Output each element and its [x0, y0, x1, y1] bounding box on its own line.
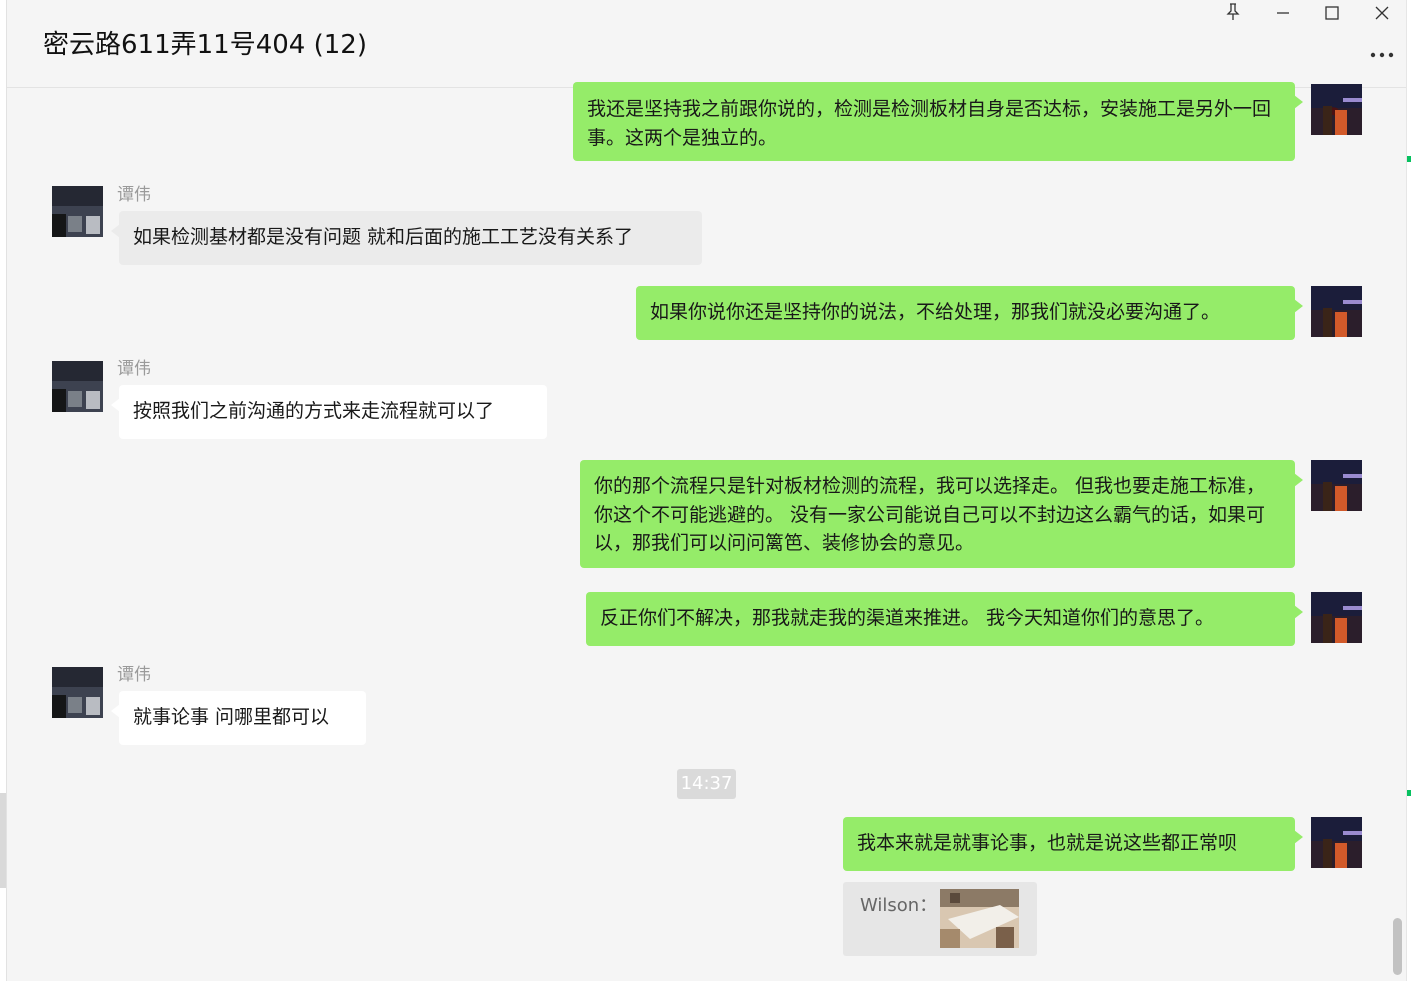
maximize-button[interactable]: [1317, 1, 1347, 27]
chat-title: 密云路611弄11号404 (12): [43, 30, 367, 60]
avatar-self[interactable]: [1311, 817, 1362, 868]
close-button[interactable]: [1367, 1, 1397, 27]
message-bubble-self[interactable]: 反正你们不解决，那我就走我的渠道来推进。 我今天知道你们的意思了。: [586, 592, 1303, 646]
message-bubble-self[interactable]: 我本来就是就事论事，也就是说这些都正常呗: [843, 817, 1303, 871]
chat-header: 密云路611弄11号404 (12): [7, 0, 1406, 88]
avatar-self[interactable]: [1311, 286, 1362, 337]
message-bubble-other[interactable]: 按照我们之前沟通的方式来走流程就可以了: [111, 385, 547, 439]
more-icon: [1370, 43, 1394, 62]
avatar-self[interactable]: [1311, 84, 1362, 135]
chat-info-button[interactable]: [1367, 40, 1397, 64]
message-bubble-self[interactable]: 如果你说你还是坚持你的说法，不给处理，那我们就没必要沟通了。: [636, 286, 1303, 340]
quote-sender-label: Wilson：: [860, 895, 938, 916]
message-bubble-other[interactable]: 就事论事 问哪里都可以: [111, 691, 366, 745]
message-bubble-self[interactable]: 我还是坚持我之前跟你说的，检测是检测板材自身是否达标，安装施工是另外一回事。这两…: [573, 82, 1303, 161]
unread-indicator: [1407, 790, 1411, 796]
message-bubble-self[interactable]: 你的那个流程只是针对板材检测的流程，我可以选择走。 但我也要走施工标准，你这个不…: [580, 460, 1303, 568]
avatar-self[interactable]: [1311, 592, 1362, 643]
minimize-icon: [1276, 5, 1290, 24]
pin-button[interactable]: [1218, 1, 1248, 27]
message-timestamp: 14:37: [677, 769, 736, 799]
window-right-edge: [1406, 0, 1411, 981]
maximize-icon: [1325, 5, 1339, 24]
avatar-other[interactable]: [52, 667, 103, 718]
unread-indicator: [1407, 156, 1411, 162]
photo-thumbnail[interactable]: [940, 889, 1019, 948]
chat-scrollbar-thumb[interactable]: [1393, 918, 1402, 975]
avatar-self[interactable]: [1311, 460, 1362, 511]
left-edge-marker: [0, 793, 6, 888]
sender-name: 谭伟: [117, 665, 151, 685]
minimize-button[interactable]: [1268, 1, 1298, 27]
sender-name: 谭伟: [117, 185, 151, 205]
avatar-other[interactable]: [52, 186, 103, 237]
sender-name: 谭伟: [117, 359, 151, 379]
avatar-other[interactable]: [52, 361, 103, 412]
message-bubble-other[interactable]: 如果检测基材都是没有问题 就和后面的施工工艺没有关系了: [111, 211, 702, 265]
pin-icon: [1226, 3, 1240, 25]
quoted-message[interactable]: Wilson：: [843, 882, 1037, 956]
close-icon: [1375, 5, 1389, 24]
